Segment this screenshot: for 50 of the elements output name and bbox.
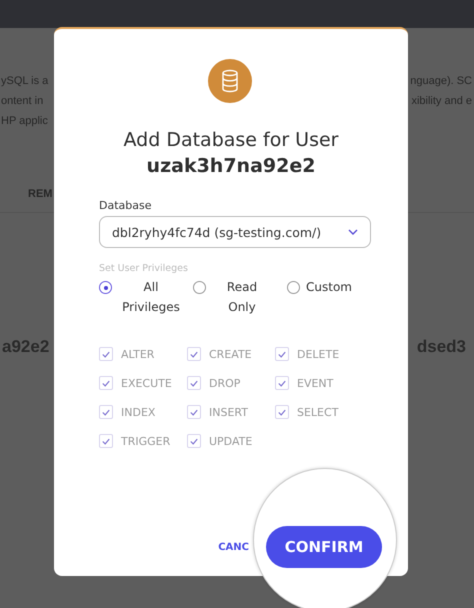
checkmark-icon [278,380,286,386]
radio-button[interactable] [193,281,206,294]
section-label: Set User Privileges [99,263,189,274]
checkbox-label[interactable]: EXECUTE [121,376,172,390]
dialog-title: Add Database for User [122,129,340,151]
radio-button[interactable] [287,281,300,294]
checkbox-label[interactable]: DELETE [297,348,340,360]
checkbox-label[interactable]: INSERT [209,406,248,418]
checkbox[interactable] [275,405,289,419]
checkbox-label[interactable]: INDEX [121,406,156,418]
radio-label[interactable]: All Privileges [118,277,184,317]
radio-button[interactable] [99,281,112,294]
radio-label[interactable]: Custom [306,277,352,297]
checkmark-icon [190,408,198,416]
checkbox[interactable] [187,347,201,361]
checkmark-icon [190,438,198,444]
cancel-link[interactable]: CANC [218,542,249,552]
checkbox-label[interactable]: TRIGGER [121,434,170,448]
checkmark-icon [102,408,110,416]
user-name: uzak3h7na92e2 [146,155,316,177]
chevron-down-icon [348,229,358,235]
checkmark-icon [102,438,110,444]
radio-label[interactable]: Read Only [212,277,272,317]
confirm-button[interactable]: CONFIRM [266,526,382,568]
checkbox[interactable] [187,405,201,419]
checkmark-icon [278,350,286,358]
database-icon [208,59,252,103]
checkbox[interactable] [99,376,113,390]
checkbox-label[interactable]: DROP [209,376,240,390]
checkbox[interactable] [275,376,289,390]
checkbox[interactable] [187,376,201,390]
checkbox[interactable] [275,347,289,361]
checkmark-icon [102,380,110,386]
field-label: Database [99,199,152,212]
checkbox[interactable] [99,405,113,419]
checkbox-label[interactable]: ALTER [121,348,154,360]
checkmark-icon [190,380,198,386]
checkbox-label[interactable]: EVENT [297,376,334,390]
checkbox-label[interactable]: UPDATE [209,434,252,448]
checkbox[interactable] [99,347,113,361]
checkbox[interactable] [187,434,201,448]
tab[interactable]: REM [28,188,52,200]
database-select[interactable]: dbl2ryhy4fc74d (sg-testing.com/) [99,216,371,248]
checkmark-icon [278,408,286,416]
checkbox[interactable] [99,434,113,448]
checkmark-icon [190,350,198,358]
checkbox-label[interactable]: CREATE [209,348,252,360]
paragraph-text: nguage). SC [410,74,472,89]
checkmark-icon [102,350,110,358]
checkbox-label[interactable]: SELECT [297,406,338,418]
